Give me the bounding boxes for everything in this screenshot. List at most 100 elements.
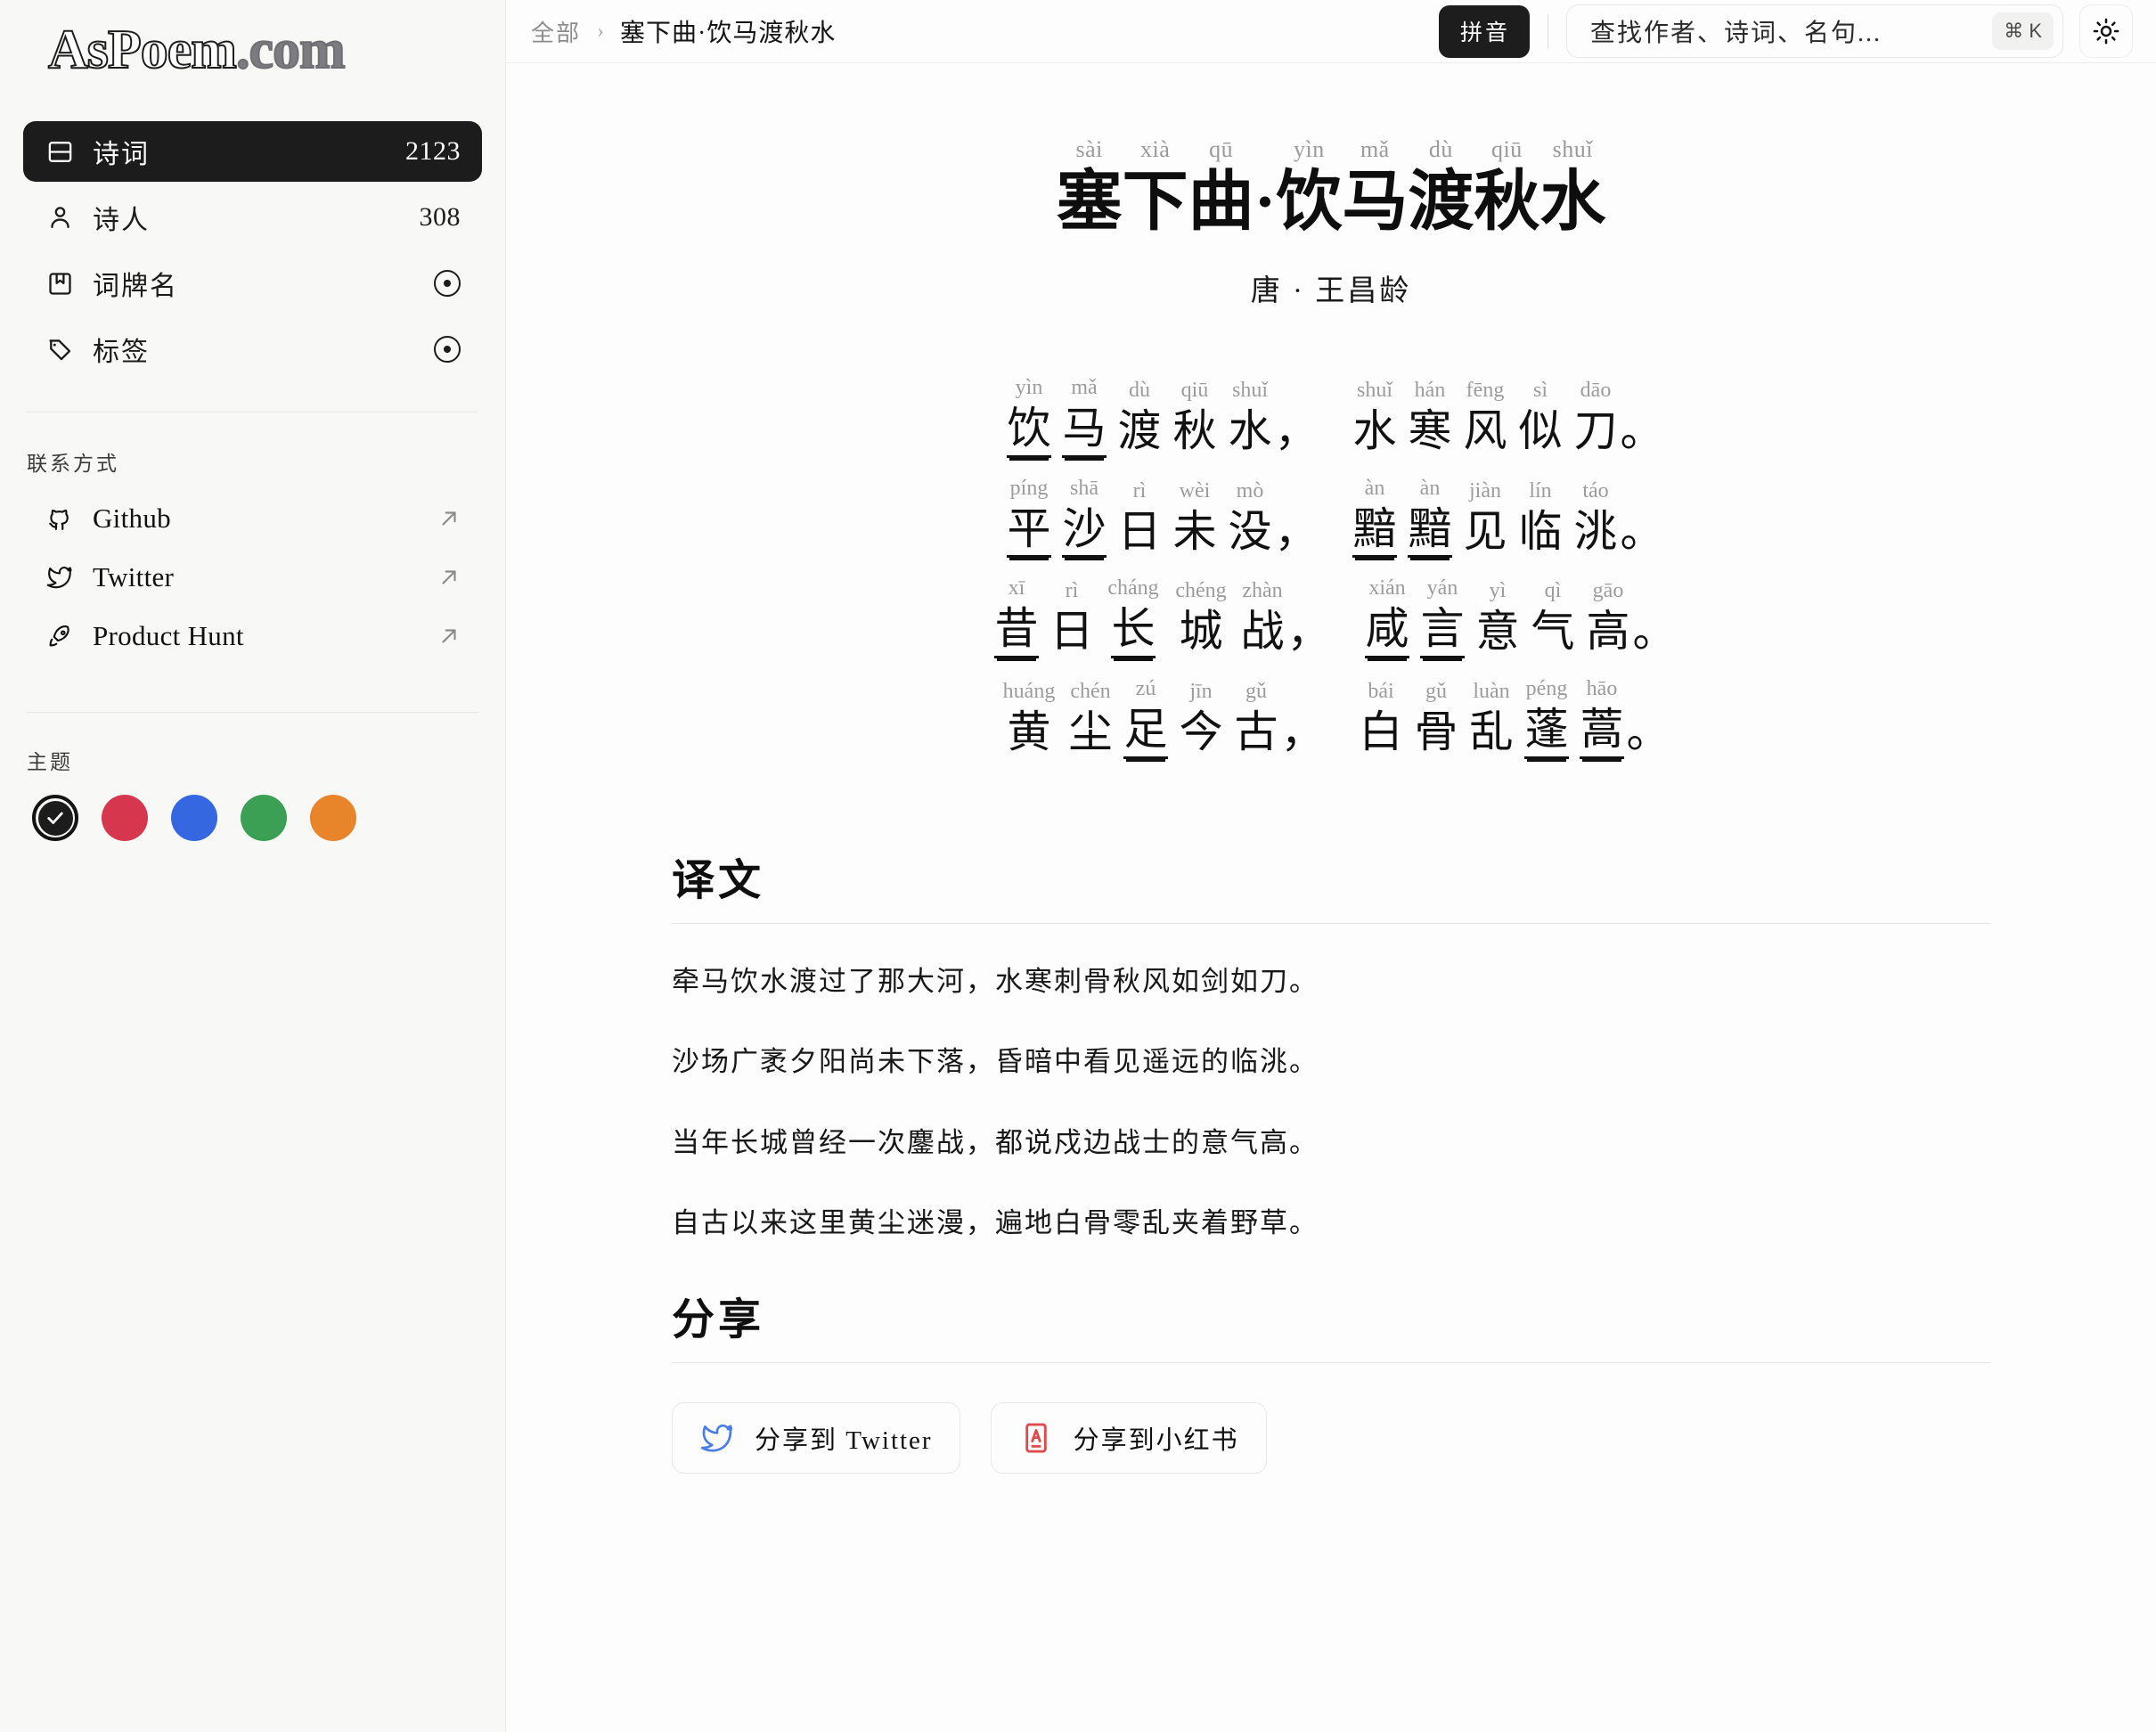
poem-char[interactable]: lín临 [1513, 477, 1568, 559]
pinyin-label: qì [1545, 576, 1562, 605]
poem-char[interactable]: cháng长 [1099, 574, 1167, 658]
poem-author[interactable]: 唐 · 王昌龄 [506, 266, 2156, 309]
theme-swatch-blue[interactable] [171, 795, 217, 841]
poem-punctuation: ， [1284, 677, 1321, 759]
external-link-icon [437, 625, 461, 648]
brand-logo[interactable]: AsPoem.com [23, 0, 482, 100]
sidebar-link-twitter[interactable]: Twitter [23, 548, 482, 607]
poem-char[interactable]: luàn乱 [1464, 677, 1519, 759]
hanzi: 咸 [1365, 602, 1409, 658]
theme-toggle-button[interactable] [2079, 4, 2133, 58]
verse-spacer [1321, 677, 1353, 759]
share-twitter-button[interactable]: 分享到 Twitter [672, 1402, 960, 1474]
sidebar-item-poems[interactable]: 诗词 2123 [23, 121, 482, 182]
poem-title-char: qū曲 [1188, 135, 1254, 241]
poem-char[interactable]: mǎ马 [1057, 373, 1112, 458]
pinyin-label: qiū [1181, 376, 1209, 404]
poem-char[interactable]: huáng黄 [995, 677, 1063, 759]
pinyin-label: gǔ [1425, 677, 1447, 706]
search-box[interactable]: 查找作者、诗词、名句... ⌘ K [1566, 4, 2063, 58]
poem-char[interactable]: dù渡 [1112, 376, 1167, 458]
poem-char[interactable]: wèi未 [1167, 477, 1222, 559]
poem-char[interactable]: gǔ古 [1229, 677, 1284, 759]
pinyin-label: yìn [1294, 135, 1325, 165]
poem-char[interactable]: shuǐ水 [1222, 376, 1278, 458]
theme-swatch-default[interactable] [32, 795, 78, 841]
poem-char[interactable]: hán寒 [1402, 376, 1458, 458]
poem-char[interactable]: yán言 [1415, 574, 1470, 658]
sidebar-link-product-hunt[interactable]: Product Hunt [23, 607, 482, 666]
poem-char[interactable]: péng蓬 [1519, 674, 1574, 759]
poem-char[interactable]: mò没 [1222, 477, 1278, 559]
poem-char[interactable]: àn黯 [1347, 474, 1402, 559]
hanzi: 骨 [1414, 706, 1458, 759]
poem-char[interactable]: hāo蒿 [1574, 674, 1629, 759]
hanzi: 乱 [1469, 706, 1513, 759]
hanzi: 蓬 [1524, 703, 1568, 759]
poem-char[interactable]: qiū秋 [1167, 376, 1222, 458]
sidebar-item-poets-label: 诗人 [93, 198, 420, 237]
pinyin-label: shuǐ [1232, 376, 1268, 404]
hanzi: ， [1281, 706, 1325, 759]
hanzi: 平 [1007, 502, 1050, 559]
poem-char[interactable]: yìn饮 [1001, 373, 1057, 458]
sidebar-item-tags[interactable]: 标签 [23, 319, 482, 380]
poem-char[interactable]: xián咸 [1360, 574, 1415, 658]
poem-punctuation: ， [1290, 576, 1327, 658]
search-input[interactable]: 查找作者、诗词、名句... [1590, 13, 1992, 49]
share-xiaohongshu-button[interactable]: 分享到小红书 [991, 1402, 1267, 1474]
verse-spacer [1327, 576, 1360, 658]
poem-char[interactable]: chéng城 [1167, 576, 1235, 658]
sidebar-link-github[interactable]: Github [23, 489, 482, 548]
pinyin-label: fēng [1466, 376, 1505, 404]
poem-char[interactable]: bái白 [1353, 677, 1409, 759]
sidebar-item-poets[interactable]: 诗人 308 [23, 187, 482, 248]
poem-title-char: qiū秋 [1474, 135, 1539, 241]
brand-logo-dark: AsPoem [48, 19, 236, 82]
poem-char[interactable]: píng平 [1001, 474, 1057, 559]
verse-spacer [1315, 477, 1347, 559]
poem-char[interactable]: rì日 [1112, 477, 1167, 559]
poem-char[interactable]: rì日 [1044, 576, 1099, 658]
breadcrumb: 全部 › 塞下曲·饮马渡秋水 [531, 13, 1439, 49]
poem-char[interactable]: chén尘 [1063, 677, 1118, 759]
poem-char[interactable]: shā沙 [1057, 474, 1112, 559]
poem-char[interactable]: dāo刀 [1568, 376, 1623, 458]
poem-char[interactable]: yì意 [1470, 576, 1525, 658]
poem-char[interactable]: àn黯 [1402, 474, 1458, 559]
theme-swatch-red[interactable] [102, 795, 148, 841]
pinyin-label: yán [1427, 574, 1458, 602]
hanzi: 马 [1062, 402, 1106, 458]
tag-icon [45, 334, 75, 364]
pinyin-label: xī [1009, 574, 1025, 602]
poem-title-char: sài塞 [1057, 135, 1123, 241]
theme-swatch-green[interactable] [241, 795, 287, 841]
poem-char[interactable]: jīn今 [1173, 677, 1229, 759]
hanzi: 洮 [1573, 505, 1617, 559]
poem-title: sài塞xià下qū曲 ·yìn饮mǎ马dù渡qiū秋shuǐ水 [506, 135, 2156, 241]
poem-char[interactable]: jiàn见 [1458, 477, 1513, 559]
poem-char[interactable]: zú足 [1118, 674, 1173, 759]
poem-char[interactable]: sì似 [1513, 376, 1568, 458]
poem-char[interactable]: gǔ骨 [1409, 677, 1464, 759]
github-icon [45, 503, 75, 534]
poem-char[interactable]: zhàn战 [1235, 576, 1290, 658]
poem-char[interactable]: táo洮 [1568, 477, 1623, 559]
pinyin-label: hāo [1587, 674, 1618, 703]
theme-swatch-orange[interactable] [310, 795, 356, 841]
poem-char[interactable]: qì气 [1525, 576, 1580, 658]
poem-char[interactable]: fēng风 [1458, 376, 1513, 458]
pinyin-label: lín [1529, 477, 1551, 505]
poem-char[interactable]: shuǐ水 [1347, 376, 1402, 458]
translation-line: 当年长城曾经一次鏖战，都说戍边战士的意气高。 [672, 1123, 1990, 1164]
hanzi: 寒 [1408, 404, 1451, 458]
poem-char[interactable]: gāo高 [1580, 576, 1636, 658]
pinyin-label: táo [1582, 477, 1608, 505]
pinyin-toggle-button[interactable]: 拼音 [1439, 5, 1530, 58]
hanzi: 风 [1463, 404, 1507, 458]
breadcrumb-root[interactable]: 全部 [531, 15, 581, 48]
poem-char[interactable]: xī昔 [989, 574, 1044, 658]
sidebar-item-cipai[interactable]: 词牌名 [23, 253, 482, 314]
hanzi: 日 [1117, 505, 1161, 559]
sidebar-item-poems-label: 诗词 [93, 132, 405, 171]
